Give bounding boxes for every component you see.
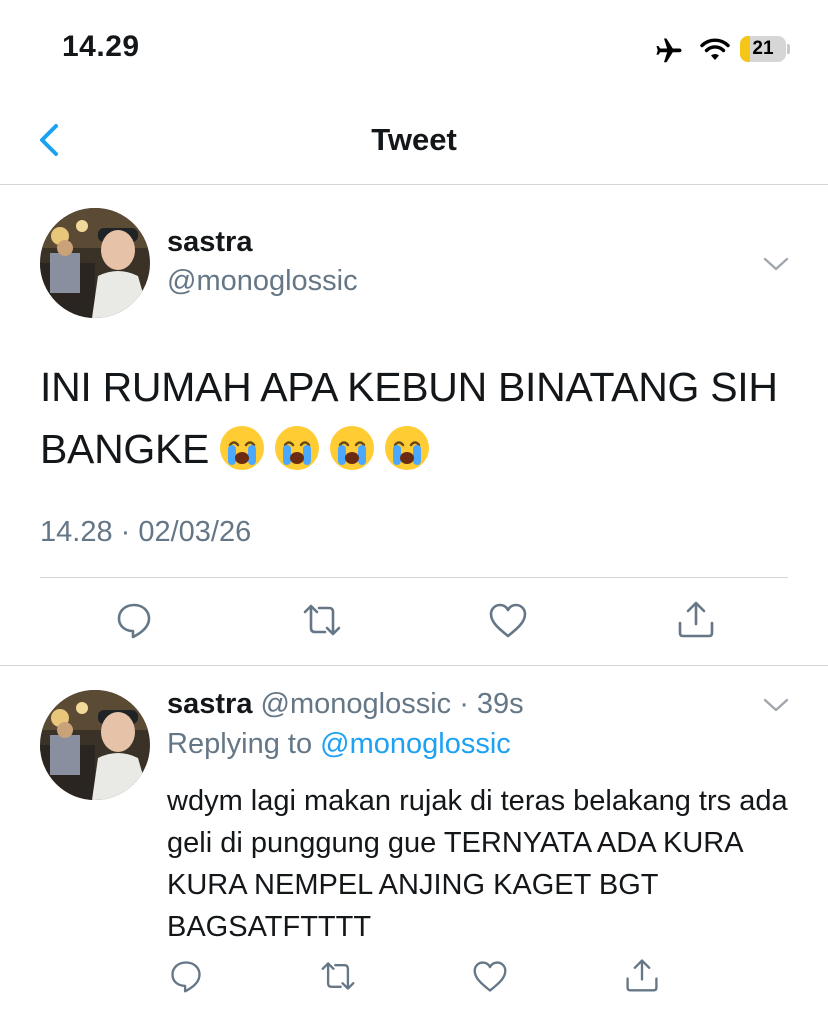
replying-prefix: Replying to	[167, 728, 313, 760]
battery-icon: 21	[740, 36, 790, 62]
status-bar: 14.29 21	[0, 0, 828, 100]
share-icon[interactable]	[624, 957, 660, 993]
reply-handle-time: @monoglossic · 39s	[260, 688, 524, 720]
battery-level: 21	[752, 38, 774, 59]
like-icon[interactable]	[472, 959, 508, 995]
loudly-crying-face-icon	[220, 426, 265, 470]
retweet-icon[interactable]	[302, 600, 342, 640]
like-icon[interactable]	[488, 601, 528, 641]
battery-body: 21	[740, 36, 786, 62]
thread-divider	[0, 665, 828, 666]
wifi-icon	[700, 38, 730, 60]
reply-avatar[interactable]	[40, 690, 150, 800]
reply-text: wdym lagi makan rujak di teras belakang …	[167, 785, 788, 943]
reply-header[interactable]: sastra @monoglossic · 39s	[167, 688, 524, 721]
loudly-crying-face-icon	[330, 426, 375, 470]
reply-icon[interactable]	[114, 600, 154, 640]
loudly-crying-face-icon	[275, 426, 320, 470]
page-title: Tweet	[371, 122, 457, 157]
status-time: 14.29	[62, 30, 140, 63]
timestamp-divider	[40, 577, 788, 578]
avatar[interactable]	[40, 208, 150, 318]
chevron-down-icon[interactable]	[762, 255, 790, 273]
retweet-icon[interactable]	[320, 958, 356, 994]
loudly-crying-face-icon	[385, 426, 430, 470]
airplane-icon	[656, 38, 682, 63]
battery-cap	[787, 44, 790, 54]
reply-author-name[interactable]: sastra	[167, 688, 252, 720]
chevron-down-icon[interactable]	[762, 696, 790, 714]
reply-icon[interactable]	[168, 958, 204, 994]
replying-to: Replying to @monoglossic	[167, 728, 511, 761]
share-icon[interactable]	[676, 599, 716, 639]
nav-divider	[0, 184, 828, 185]
author-name[interactable]: sastra	[167, 226, 252, 259]
tweet-timestamp[interactable]: 14.28 · 02/03/26	[40, 516, 251, 549]
tweet-text: INI RUMAH APA KEBUN BINATANG SIH BANGKE	[40, 356, 800, 480]
replying-to-link[interactable]: @monoglossic	[320, 728, 511, 760]
author-handle[interactable]: @monoglossic	[167, 265, 358, 298]
emoji-row	[219, 425, 430, 471]
